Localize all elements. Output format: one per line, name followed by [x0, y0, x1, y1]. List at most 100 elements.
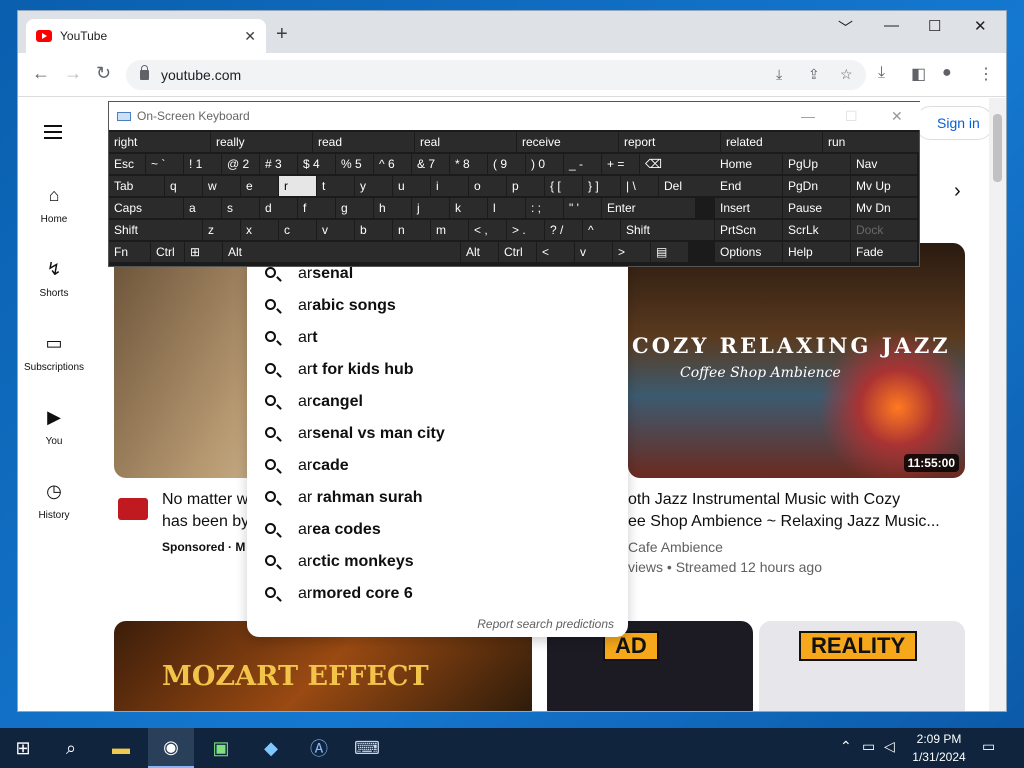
osk-key-row1-4[interactable]: # 3 — [260, 154, 297, 174]
suggestion-item[interactable]: arcade — [247, 450, 628, 482]
tab-youtube[interactable]: YouTube ✕ — [26, 19, 266, 53]
osk-key-row4-10[interactable]: ? / — [545, 220, 582, 240]
osk-key-row3-12[interactable]: Enter — [602, 198, 695, 218]
terminal-icon[interactable]: ▣ — [198, 728, 244, 768]
back-arrow-icon[interactable]: ← — [32, 63, 50, 84]
osk-key-row1-2[interactable]: ! 1 — [184, 154, 221, 174]
osk-key-row1-12[interactable]: _ - — [564, 154, 601, 174]
osk-prediction-run[interactable]: run — [823, 132, 919, 152]
osk-key-row3-5[interactable]: g — [336, 198, 373, 218]
osk-key-row4-8[interactable]: < , — [469, 220, 506, 240]
osk-prediction-report[interactable]: report — [619, 132, 720, 152]
osk-key-row3-10[interactable]: : ; — [526, 198, 563, 218]
osk-nav-key-2-2[interactable]: Mv Dn — [851, 198, 917, 218]
osk-key-row5-4[interactable]: Alt — [461, 242, 498, 262]
start-windows-icon[interactable]: ⊞ — [0, 728, 46, 768]
osk-nav-key-1-2[interactable]: Mv Up — [851, 176, 917, 196]
osk-nav-key-0-1[interactable]: PgUp — [783, 154, 850, 174]
osk-nav-key-0-2[interactable]: Nav — [851, 154, 917, 174]
osk-prediction-right[interactable]: right — [109, 132, 210, 152]
osk-key-row2-4[interactable]: r — [279, 176, 316, 196]
tab-search-button[interactable]: ﹀ — [838, 17, 853, 38]
osk-close-button[interactable]: ✕ — [891, 108, 903, 125]
osk-key-row1-1[interactable]: ~ ` — [146, 154, 183, 174]
osk-key-row5-8[interactable]: > — [613, 242, 650, 262]
osk-key-row1-8[interactable]: & 7 — [412, 154, 449, 174]
suggestion-item[interactable]: armored core 6 — [247, 578, 628, 610]
accessibility-icon[interactable]: Ⓐ — [296, 728, 342, 768]
osk-nav-key-1-1[interactable]: PgDn — [783, 176, 850, 196]
sidebar-item-home[interactable]: ⌂ Home — [18, 185, 90, 227]
suggestion-item[interactable]: arctic monkeys — [247, 546, 628, 578]
side-panel-icon[interactable]: ◧ — [911, 64, 926, 84]
osk-prediction-related[interactable]: related — [721, 132, 822, 152]
report-predictions-link[interactable]: Report search predictions — [477, 617, 614, 631]
osk-key-row1-11[interactable]: ) 0 — [526, 154, 563, 174]
osk-key-row1-13[interactable]: + = — [602, 154, 639, 174]
osk-key-row1-0[interactable]: Esc — [109, 154, 145, 174]
osk-key-row3-2[interactable]: s — [222, 198, 259, 218]
osk-key-row3-7[interactable]: j — [412, 198, 449, 218]
osk-key-row4-6[interactable]: n — [393, 220, 430, 240]
osk-nav-key-2-1[interactable]: Pause — [783, 198, 850, 218]
osk-nav-key-2-0[interactable]: Insert — [715, 198, 782, 218]
clock[interactable]: 2:09 PM 1/31/2024 — [908, 730, 970, 766]
video-thumbnail[interactable]: COZY RELAXING JAZZ Coffee Shop Ambience … — [628, 243, 965, 478]
hamburger-menu-icon[interactable] — [44, 125, 62, 139]
osk-key-row3-4[interactable]: f — [298, 198, 335, 218]
osk-key-row2-1[interactable]: q — [165, 176, 202, 196]
osk-key-row2-6[interactable]: y — [355, 176, 392, 196]
suggestion-item[interactable]: art — [247, 322, 628, 354]
osk-nav-key-4-0[interactable]: Options — [715, 242, 782, 262]
osk-key-row2-3[interactable]: e — [241, 176, 278, 196]
address-bar[interactable]: youtube.com ⤓ ⇪ ☆ — [126, 60, 866, 90]
osk-key-row2-11[interactable]: { [ — [545, 176, 582, 196]
suggestion-item[interactable]: arabic songs — [247, 290, 628, 322]
osk-nav-key-3-0[interactable]: PrtScn — [715, 220, 782, 240]
scrollbar-thumb[interactable] — [993, 114, 1002, 182]
forward-arrow-icon[interactable]: → — [64, 63, 82, 84]
osk-key-row5-7[interactable]: v — [575, 242, 612, 262]
chevron-up-icon[interactable]: ⌃ — [840, 738, 852, 755]
osk-key-row3-8[interactable]: k — [450, 198, 487, 218]
suggestion-item[interactable]: arsenal vs man city — [247, 418, 628, 450]
channel-name[interactable]: Cafe Ambience — [628, 539, 723, 555]
osk-prediction-read[interactable]: read — [313, 132, 414, 152]
osk-prediction-really[interactable]: really — [211, 132, 312, 152]
suggestion-item[interactable]: art for kids hub — [247, 354, 628, 386]
menu-kebab-icon[interactable]: ⋮ — [978, 64, 994, 84]
osk-key-row4-9[interactable]: > . — [507, 220, 544, 240]
osk-key-row4-2[interactable]: x — [241, 220, 278, 240]
osk-key-row4-5[interactable]: b — [355, 220, 392, 240]
osk-key-row4-7[interactable]: m — [431, 220, 468, 240]
osk-key-row1-3[interactable]: @ 2 — [222, 154, 259, 174]
sidebar-item-history[interactable]: ◷ History — [18, 481, 90, 523]
scrollbar[interactable] — [989, 98, 1006, 711]
osk-key-row4-11[interactable]: ^ — [583, 220, 620, 240]
osk-key-row2-2[interactable]: w — [203, 176, 240, 196]
install-app-icon[interactable]: ⤓ — [776, 66, 782, 83]
osk-key-row3-3[interactable]: d — [260, 198, 297, 218]
osk-key-row1-9[interactable]: * 8 — [450, 154, 487, 174]
suggestion-item[interactable]: area codes — [247, 514, 628, 546]
osk-key-row3-0[interactable]: Caps — [109, 198, 183, 218]
osk-key-row4-0[interactable]: Shift — [109, 220, 202, 240]
minimize-button[interactable]: — — [884, 17, 899, 34]
osk-key-row5-0[interactable]: Fn — [109, 242, 150, 262]
osk-key-row3-11[interactable]: " ' — [564, 198, 601, 218]
downloads-icon[interactable]: ⤓ — [878, 64, 885, 82]
profile-avatar-icon[interactable]: ● — [942, 64, 952, 82]
tab-close-button[interactable]: ✕ — [244, 28, 256, 45]
sidebar-item-shorts[interactable]: ↯ Shorts — [18, 259, 90, 301]
chevron-right-icon[interactable]: › — [954, 180, 961, 203]
video-title-line[interactable]: ee Shop Ambience ~ Relaxing Jazz Music..… — [628, 511, 940, 533]
keyboard-app-icon[interactable]: ⌨ — [344, 728, 390, 768]
suggestion-item[interactable]: arcangel — [247, 386, 628, 418]
new-tab-button[interactable]: + — [276, 23, 288, 46]
osk-nav-key-4-1[interactable]: Help — [783, 242, 850, 262]
osk-key-row2-12[interactable]: } ] — [583, 176, 620, 196]
channel-avatar[interactable] — [118, 498, 148, 520]
osk-key-row5-5[interactable]: Ctrl — [499, 242, 536, 262]
osk-key-row2-7[interactable]: u — [393, 176, 430, 196]
search-icon[interactable]: ⌕ — [48, 728, 94, 768]
